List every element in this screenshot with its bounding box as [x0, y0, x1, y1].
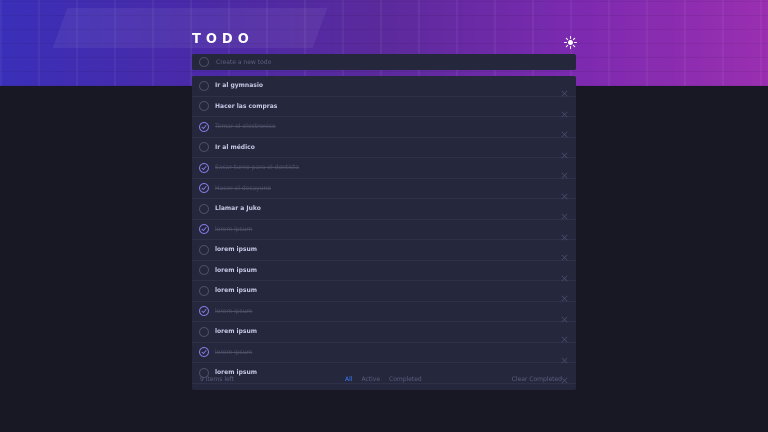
checkbox[interactable] [199, 244, 209, 255]
delete-icon[interactable] [561, 103, 568, 117]
todo-list: Ir al gymnasio Hacer las compras Tomar el … [192, 76, 576, 390]
todo-item[interactable]: lorem ipsum [192, 261, 576, 281]
checked-checkbox[interactable] [199, 347, 209, 358]
todo-text: lorem ipsum [215, 225, 253, 233]
todo-item[interactable]: Hacer las compras [192, 97, 576, 117]
create-todo-bar [192, 54, 576, 70]
todo-item[interactable]: lorem ipsum [192, 302, 576, 322]
checkbox[interactable] [199, 101, 209, 112]
todo-text: lorem ipsum [215, 348, 253, 356]
todo-item[interactable]: lorem ipsum [192, 322, 576, 343]
checkbox[interactable] [199, 265, 209, 276]
checkbox[interactable] [199, 203, 209, 214]
delete-icon[interactable] [561, 267, 568, 281]
delete-icon[interactable] [561, 349, 568, 363]
check-icon [201, 124, 207, 129]
delete-icon[interactable] [561, 164, 568, 179]
todo-text: lorem ipsum [215, 328, 257, 336]
delete-icon[interactable] [561, 185, 568, 199]
todo-text: Ir al gymnasio [215, 82, 264, 90]
todo-text: lorem ipsum [215, 266, 257, 274]
todo-item[interactable]: lorem ipsum [192, 240, 576, 261]
checked-checkbox[interactable] [199, 224, 209, 235]
filter-completed[interactable]: Completed [389, 376, 422, 383]
todo-text: lorem ipsum [215, 307, 253, 315]
filter-active[interactable]: Active [361, 376, 380, 383]
checkbox[interactable] [199, 80, 209, 91]
check-icon [201, 227, 207, 232]
check-icon [201, 350, 207, 355]
page-title: TODO [192, 32, 254, 47]
delete-icon[interactable] [561, 123, 568, 138]
header-background [0, 0, 768, 86]
list-footer: 9 items left All Active Completed Clear … [192, 368, 576, 390]
check-icon [201, 309, 207, 314]
delete-icon[interactable] [561, 82, 568, 97]
todo-item[interactable]: Sacar turno para el dentista [192, 158, 576, 179]
todo-item[interactable]: lorem ipsum [192, 343, 576, 363]
todo-text: lorem ipsum [215, 287, 257, 295]
delete-icon[interactable] [561, 287, 568, 302]
todo-item[interactable]: lorem ipsum [192, 220, 576, 240]
todo-item[interactable]: Ir al médico [192, 138, 576, 158]
todo-text: Ir al médico [215, 143, 255, 151]
todo-text: Tomar el electronico [215, 123, 276, 131]
todo-text: Llamar a Juko [215, 205, 261, 213]
todo-item[interactable]: Hacer el desayuno [192, 179, 576, 199]
todo-text: Hacer el desayuno [215, 184, 271, 192]
checked-checkbox[interactable] [199, 121, 209, 132]
delete-icon[interactable] [561, 226, 568, 240]
checked-checkbox[interactable] [199, 306, 209, 317]
todo-text: lorem ipsum [215, 246, 257, 254]
todo-item[interactable]: Ir al gymnasio [192, 76, 576, 97]
filter-group: All Active Completed [345, 376, 422, 383]
delete-icon[interactable] [561, 205, 568, 220]
delete-icon[interactable] [561, 308, 568, 322]
checkbox[interactable] [199, 285, 209, 296]
delete-icon[interactable] [561, 328, 568, 343]
checkbox[interactable] [199, 326, 209, 337]
sun-icon[interactable] [564, 34, 577, 49]
todo-text: Hacer las compras [215, 102, 278, 110]
todo-text: Sacar turno para el dentista [215, 164, 300, 172]
check-icon [201, 165, 207, 170]
create-checkbox[interactable] [199, 57, 209, 67]
todo-item[interactable]: Llamar a Juko [192, 199, 576, 220]
todo-item[interactable]: lorem ipsum [192, 281, 576, 302]
check-icon [201, 186, 207, 191]
todo-item[interactable]: Tomar el electronico [192, 117, 576, 138]
delete-icon[interactable] [561, 246, 568, 261]
filter-all[interactable]: All [345, 376, 352, 383]
checked-checkbox[interactable] [199, 162, 209, 173]
create-todo-input[interactable] [214, 57, 518, 67]
delete-icon[interactable] [561, 144, 568, 158]
checked-checkbox[interactable] [199, 183, 209, 194]
clear-completed-button[interactable]: Clear Completed [512, 376, 562, 383]
items-left-count: 9 items left [200, 375, 235, 383]
checkbox[interactable] [199, 142, 209, 153]
